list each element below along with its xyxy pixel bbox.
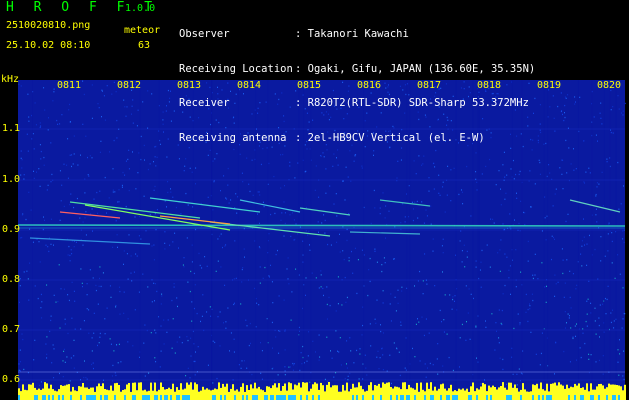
- y-tick-label: 1.0: [2, 174, 21, 185]
- file-name: 2510020810.png: [6, 20, 91, 31]
- x-tick-label: 0811: [57, 80, 82, 91]
- detect-count: 63: [138, 40, 151, 51]
- info-key-location: Receiving Location: [179, 62, 293, 75]
- y-tick-label: 0.9: [2, 224, 21, 235]
- x-tick-label: 0812: [117, 80, 142, 91]
- y-tick-label: 0.6: [2, 374, 21, 385]
- x-tick-label: 0818: [477, 80, 502, 91]
- y-tick-label: 0.8: [2, 274, 21, 285]
- info-key-observer: Observer: [179, 28, 230, 40]
- x-tick-label: 0819: [537, 80, 562, 91]
- info-value-observer: : Takanori Kawachi: [295, 28, 409, 40]
- x-tick-label: 0814: [237, 80, 262, 91]
- axis-unit: kHz: [1, 74, 20, 85]
- info-key-receiver: Receiver: [179, 97, 230, 109]
- x-tick-label: 0820: [597, 80, 622, 91]
- x-tick-label: 0816: [357, 80, 382, 91]
- info-value-antenna: : 2el-HB9CV Vertical (el. E-W): [295, 131, 485, 144]
- x-tick-label: 0817: [417, 80, 442, 91]
- x-tick-label: 0815: [297, 80, 322, 91]
- y-tick-label: 1.1: [2, 123, 21, 134]
- info-value-receiver: : R820T2(RTL-SDR) SDR-Sharp 53.372MHz: [295, 97, 529, 109]
- info-value-location: : Ogaki, Gifu, JAPAN (136.60E, 35.35N): [295, 62, 536, 75]
- timestamp: 25.10.02 08:10: [6, 40, 91, 51]
- y-tick-label: 0.7: [2, 324, 21, 335]
- info-key-antenna: Receiving antenna: [179, 131, 287, 144]
- detect-label: meteor: [124, 25, 161, 36]
- app-version: 1.0.0: [125, 3, 156, 14]
- x-tick-label: 0813: [177, 80, 202, 91]
